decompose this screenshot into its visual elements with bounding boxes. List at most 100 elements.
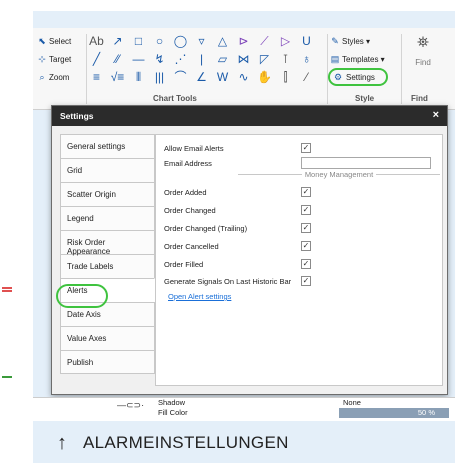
nav-item-legend[interactable]: Legend — [60, 206, 155, 230]
ellipse-tool-icon[interactable]: ○ — [152, 34, 167, 48]
nav-item-alerts[interactable]: Alerts — [60, 278, 155, 302]
templates-label: Templates ▾ — [342, 54, 385, 64]
ribbon-separator — [401, 34, 402, 104]
settings-button[interactable]: ⚙ Settings — [328, 68, 388, 86]
shadow-value[interactable]: None — [343, 398, 361, 407]
wave-line-tool-icon[interactable]: ∿ — [236, 70, 251, 84]
circle-tool-icon[interactable]: ◯ — [173, 34, 188, 48]
vertical-line-tool-icon[interactable]: | — [194, 52, 209, 66]
horizontal-line-tool-icon[interactable]: — — [131, 52, 146, 66]
select-icon: ⬉ — [38, 35, 46, 46]
angle-tool-icon[interactable]: ◸ — [257, 52, 272, 66]
zoom-label: Zoom — [49, 72, 70, 82]
lines-tool-icon[interactable]: ≡ — [89, 70, 104, 84]
order-cancelled-checkbox[interactable]: ✓ — [301, 241, 311, 251]
order-added-row: Order Added ✓ — [164, 187, 311, 197]
order-changed-trailing-row: Order Changed (Trailing) ✓ — [164, 223, 311, 233]
order-cancelled-row: Order Cancelled ✓ — [164, 241, 311, 251]
style-group: ✎ Styles ▾ ▤ Templates ▾ ⚙ Settings — [328, 32, 402, 86]
settings-dialog: Settings × General settings Grid Scatter… — [51, 105, 448, 395]
nav-item-publish[interactable]: Publish — [60, 350, 155, 374]
close-icon[interactable]: × — [433, 109, 439, 121]
generate-signals-row: Generate Signals On Last Historic Bar ✓ — [164, 276, 311, 286]
chart-edge-mark — [2, 287, 12, 289]
drag-handle-icon[interactable]: —⊂⊃· — [117, 400, 144, 411]
wave-tool-icon[interactable]: ⟋ — [257, 34, 272, 48]
order-changed-row: Order Changed ✓ — [164, 205, 311, 215]
order-changed-checkbox[interactable]: ✓ — [301, 205, 311, 215]
time-lines-tool-icon[interactable]: ⫴ — [131, 70, 146, 84]
text-tool-icon[interactable]: Ab — [89, 34, 104, 48]
cycles-tool-icon[interactable]: ||| — [152, 70, 167, 84]
target-icon: ⊹ — [38, 53, 46, 64]
tool-row: ╱ ⁄⁄ — ↯ ⋰ | ▱ ⋈ ◸ ⊺ ♁ — [89, 50, 327, 68]
tool-row: Ab ↗ □ ○ ◯ ▿ △ ⊳ ⟋ ▷ U — [89, 32, 327, 50]
fill-color-label: Fill Color — [158, 408, 188, 417]
styles-label: Styles ▾ — [342, 36, 371, 46]
dialog-title-bar[interactable]: Settings × — [52, 106, 447, 126]
channel-tool-icon[interactable]: ⁄⁄ — [110, 52, 125, 66]
ribbon-separator — [327, 34, 328, 104]
pattern-tool-icon[interactable]: ⊳ — [236, 34, 251, 48]
footer-title: ALARMEINSTELLUNGEN — [83, 433, 289, 452]
money-management-divider: Money Management — [238, 169, 440, 179]
nav-item-value-axes[interactable]: Value Axes — [60, 326, 155, 350]
triangle-tool-icon[interactable]: △ — [215, 34, 230, 48]
arc-tool-icon[interactable]: ▿ — [194, 34, 209, 48]
order-filled-label: Order Filled — [164, 259, 204, 269]
magnet-tool-icon[interactable]: U — [299, 34, 314, 48]
order-changed-label: Order Changed — [164, 205, 216, 215]
play-tool-icon[interactable]: ▷ — [278, 34, 293, 48]
nav-item-trade-labels[interactable]: Trade Labels — [60, 254, 155, 278]
alerts-settings-panel: Allow Email Alerts ✓ Email Address Money… — [155, 134, 443, 386]
line-tool-icon[interactable]: ╱ — [89, 52, 104, 66]
target-tool-button[interactable]: ⊹ Target — [37, 50, 85, 68]
nav-item-grid[interactable]: Grid — [60, 158, 155, 182]
thumbs-up-icon[interactable]: ✋ — [257, 70, 272, 84]
order-added-label: Order Added — [164, 187, 207, 197]
ribbon-mode-group: ⬉ Select ⊹ Target ⌕ Zoom — [37, 32, 85, 86]
order-cancelled-label: Order Cancelled — [164, 241, 219, 251]
gear-icon: ⚙ — [333, 71, 343, 82]
find-button[interactable]: ⛯ Find — [403, 32, 443, 67]
open-alert-settings-link[interactable]: Open Alert settings — [168, 292, 231, 301]
nav-item-date-axis[interactable]: Date Axis — [60, 302, 155, 326]
order-filled-checkbox[interactable]: ✓ — [301, 259, 311, 269]
background-properties-strip: —⊂⊃· Shadow Fill Color None 50 % — [33, 397, 455, 421]
order-added-checkbox[interactable]: ✓ — [301, 187, 311, 197]
pitchfork-tool-icon[interactable]: ⫿ — [278, 70, 293, 84]
angle-fan-tool-icon[interactable]: ∠ — [194, 70, 209, 84]
styles-dropdown[interactable]: ✎ Styles ▾ — [330, 32, 402, 50]
dialog-body: General settings Grid Scatter Origin Leg… — [52, 126, 447, 394]
bowtie-tool-icon[interactable]: ⋈ — [236, 52, 251, 66]
email-address-label: Email Address — [164, 158, 212, 168]
order-changed-trailing-label: Order Changed (Trailing) — [164, 223, 248, 233]
ruler-tool-icon[interactable]: ⊺ — [278, 52, 293, 66]
nav-item-risk-order-appearance[interactable]: Risk Order Appearance — [60, 230, 155, 256]
arc-fib-tool-icon[interactable]: ⌒ — [173, 70, 188, 84]
regression-tool-icon[interactable]: √≡ — [110, 70, 125, 84]
fill-opacity-bar[interactable]: 50 % — [339, 408, 449, 418]
rectangle-tool-icon[interactable]: □ — [131, 34, 146, 48]
allow-email-alerts-checkbox[interactable]: ✓ — [301, 143, 311, 153]
templates-icon: ▤ — [330, 53, 340, 64]
select-tool-button[interactable]: ⬉ Select — [37, 32, 85, 50]
parallelogram-tool-icon[interactable]: ▱ — [215, 52, 230, 66]
binoculars-icon: ⛯ — [416, 34, 429, 51]
zoom-tool-button[interactable]: ⌕ Zoom — [37, 68, 85, 86]
nav-item-scatter-origin[interactable]: Scatter Origin — [60, 182, 155, 206]
fib-tool-icon[interactable]: ↯ — [152, 52, 167, 66]
chart-tools-caption: Chart Tools — [153, 94, 197, 103]
fan-tool-icon[interactable]: ⋰ — [173, 52, 188, 66]
elliott-tool-icon[interactable]: W — [215, 70, 230, 84]
nav-item-general-settings[interactable]: General settings — [60, 134, 155, 158]
templates-dropdown[interactable]: ▤ Templates ▾ — [330, 50, 402, 68]
arrow-tool-icon[interactable]: ↗ — [110, 34, 125, 48]
eraser-tool-icon[interactable]: ⁄ — [299, 70, 314, 84]
ribbon-toolbar: ⬉ Select ⊹ Target ⌕ Zoom Ab ↗ □ ○ ◯ ▿ △ — [33, 28, 455, 110]
gann-tool-icon[interactable]: ♁ — [299, 52, 314, 66]
target-label: Target — [49, 54, 72, 64]
generate-signals-checkbox[interactable]: ✓ — [301, 276, 311, 286]
email-address-input[interactable] — [301, 157, 431, 169]
order-changed-trailing-checkbox[interactable]: ✓ — [301, 223, 311, 233]
